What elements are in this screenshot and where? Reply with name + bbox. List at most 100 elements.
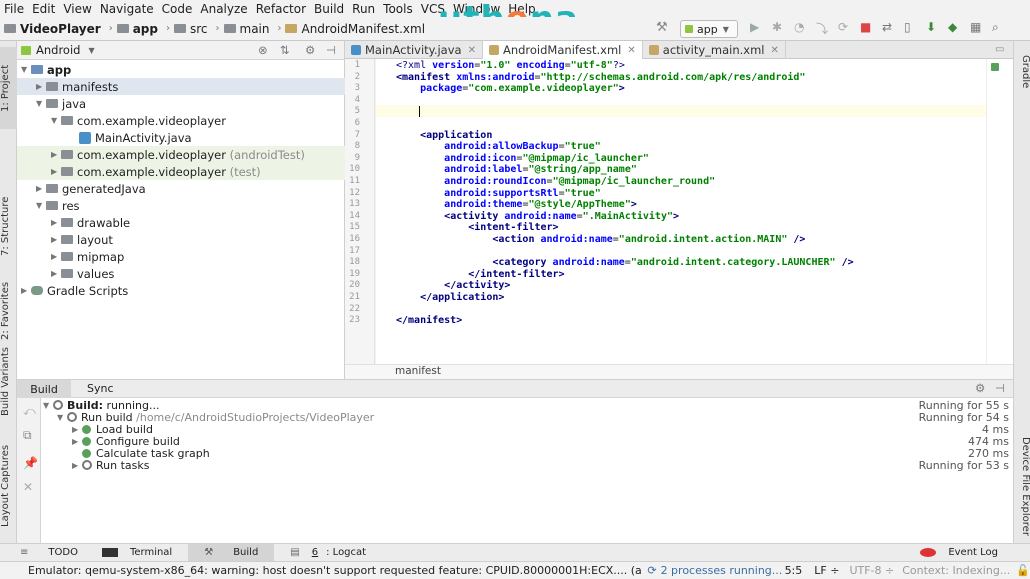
code-line[interactable]: <activity android:name=".MainActivity"> xyxy=(396,211,679,223)
tree-item-layout[interactable]: ▶ layout xyxy=(17,231,345,248)
tree-item-package-androidtest[interactable]: ▶ com.example.videoplayer (androidTest) xyxy=(17,146,345,163)
background-processes[interactable]: 2 processes running... xyxy=(661,564,783,577)
stop-icon[interactable]: ■ xyxy=(860,20,871,34)
tool-window-gradle[interactable]: Gradle xyxy=(1014,47,1030,97)
build-row-run-build[interactable]: ▼ Run build /home/c/AndroidStudioProjects… xyxy=(57,411,374,424)
code-editor[interactable]: <?xml version="1.0" encoding="utf-8"?> <m… xyxy=(376,59,986,364)
gear-icon[interactable]: ⚙ xyxy=(305,43,315,57)
menu-build[interactable]: Build xyxy=(310,2,348,16)
run-icon[interactable]: ▶ xyxy=(750,20,759,34)
build-row-load-build[interactable]: ▶ Load build xyxy=(72,423,153,436)
profile-icon[interactable]: ◔ xyxy=(794,20,804,34)
breadcrumb-main[interactable]: › main xyxy=(212,22,270,36)
collapse-all-icon[interactable]: ⇅ xyxy=(280,43,290,57)
code-line[interactable]: android:theme="@style/AppTheme"> xyxy=(396,199,637,211)
menu-run[interactable]: Run xyxy=(348,2,379,16)
code-line[interactable]: </intent-filter> xyxy=(396,269,564,281)
menu-refactor[interactable]: Refactor xyxy=(252,2,310,16)
pin-icon[interactable]: 📌 xyxy=(23,456,38,470)
restart-icon[interactable]: ⤺ xyxy=(23,404,36,419)
build-row-root[interactable]: ▼ Build: running... xyxy=(43,399,159,412)
code-line[interactable]: <manifest xmlns:android="http://schemas.… xyxy=(396,72,805,84)
tool-logcat[interactable]: ▤ 6: Logcat xyxy=(274,547,382,558)
build-row-configure-build[interactable]: ▶ Configure build xyxy=(72,435,180,448)
editor-breadcrumb[interactable]: manifest xyxy=(395,365,441,377)
apply-changes-icon[interactable]: ⟳ xyxy=(838,20,848,34)
tree-item-app[interactable]: ▼ app xyxy=(17,61,345,78)
tool-window-project[interactable]: 1: Project xyxy=(0,47,17,129)
breadcrumb-module[interactable]: › app xyxy=(105,22,158,36)
tab-androidmanifest[interactable]: AndroidManifest.xml ✕ xyxy=(482,41,643,59)
menu-analyze[interactable]: Analyze xyxy=(196,2,251,16)
attach-debugger-icon[interactable]: ⤵ xyxy=(816,20,828,37)
code-line[interactable]: package="com.example.videoplayer"> xyxy=(396,83,625,95)
search-everywhere-icon[interactable]: ⌕ xyxy=(992,20,999,35)
tool-event-log[interactable]: Event Log xyxy=(912,547,1030,558)
android-monitor-icon[interactable]: ◆ xyxy=(948,20,957,34)
avd-manager-icon[interactable]: ▯ xyxy=(904,20,911,34)
code-line[interactable]: <application xyxy=(396,130,492,142)
tree-item-mainactivity[interactable]: MainActivity.java xyxy=(17,129,345,146)
toggle-view-icon[interactable]: ⧉ xyxy=(23,428,32,443)
menu-navigate[interactable]: Navigate xyxy=(96,2,158,16)
code-line[interactable]: android:roundIcon="@mipmap/ic_launcher_r… xyxy=(396,176,715,188)
code-line[interactable]: <?xml version="1.0" encoding="utf-8"?> xyxy=(396,60,625,72)
run-config-select[interactable]: app ▼ xyxy=(680,20,738,38)
gear-icon[interactable]: ⚙ xyxy=(975,381,985,395)
code-line[interactable]: android:allowBackup="true" xyxy=(396,141,601,153)
tree-item-gradle-scripts[interactable]: ▶ Gradle Scripts xyxy=(17,282,345,299)
project-structure-icon[interactable]: ▦ xyxy=(970,20,981,34)
code-line[interactable]: </activity> xyxy=(396,280,510,292)
file-encoding[interactable]: UTF-8 ÷ xyxy=(849,564,894,577)
tool-window-build-variants[interactable]: Build Variants xyxy=(0,346,17,418)
menu-file[interactable]: File xyxy=(0,2,28,16)
sdk-manager-icon[interactable]: ⬇ xyxy=(926,20,936,34)
tool-terminal[interactable]: Terminal xyxy=(94,547,188,558)
build-row-run-tasks[interactable]: ▶ Run tasks xyxy=(72,459,149,472)
code-line[interactable]: android:icon="@mipmap/ic_launcher" xyxy=(396,153,649,165)
close-icon[interactable]: ✕ xyxy=(23,480,33,494)
code-line[interactable]: </application> xyxy=(396,292,504,304)
tree-item-java[interactable]: ▼ java xyxy=(17,95,345,112)
menu-tools[interactable]: Tools xyxy=(379,2,417,16)
code-line[interactable]: android:label="@string/app_name" xyxy=(396,164,637,176)
menu-edit[interactable]: Edit xyxy=(28,2,59,16)
sync-gradle-icon[interactable]: ⇄ xyxy=(882,20,892,34)
close-icon[interactable]: ✕ xyxy=(771,45,779,56)
tree-item-manifests[interactable]: ▶ manifests xyxy=(17,78,345,95)
tool-window-layout-captures[interactable]: Layout Captures xyxy=(0,441,17,531)
hide-icon[interactable]: ⊣ xyxy=(326,43,336,57)
tree-item-values[interactable]: ▶ values xyxy=(17,265,345,282)
locate-icon[interactable]: ⊗ xyxy=(258,43,268,57)
tool-todo[interactable]: ≡ TODO xyxy=(0,547,94,558)
debug-icon[interactable]: ✱ xyxy=(772,20,782,34)
code-line[interactable]: <category android:name="android.intent.c… xyxy=(396,257,853,269)
tool-window-device-file-explorer[interactable]: Device File Explorer xyxy=(1014,431,1030,541)
tree-item-res[interactable]: ▼ res xyxy=(17,197,345,214)
tool-build[interactable]: ⚒ Build xyxy=(188,543,275,562)
breadcrumb-src[interactable]: › src xyxy=(162,22,208,36)
code-line[interactable]: android:supportsRtl="true" xyxy=(396,188,601,200)
menu-view[interactable]: View xyxy=(59,2,95,16)
line-separator[interactable]: LF ÷ xyxy=(814,564,839,577)
close-icon[interactable]: ✕ xyxy=(468,45,476,56)
close-icon[interactable]: ✕ xyxy=(627,45,635,56)
tree-item-drawable[interactable]: ▶ drawable xyxy=(17,214,345,231)
tree-item-mipmap[interactable]: ▶ mipmap xyxy=(17,248,345,265)
menu-code[interactable]: Code xyxy=(158,2,197,16)
tool-window-structure[interactable]: 7: Structure xyxy=(0,181,17,271)
editor-scroll-gutter[interactable] xyxy=(986,59,1013,364)
chevron-down-icon[interactable]: ▼ xyxy=(88,46,94,55)
breadcrumb-project[interactable]: VideoPlayer xyxy=(4,22,101,36)
tab-sync[interactable]: Sync xyxy=(87,382,114,395)
hide-panel-icon[interactable]: ⊣ xyxy=(995,381,1005,395)
breadcrumb-file[interactable]: › AndroidManifest.xml xyxy=(273,22,425,36)
tree-item-package-test[interactable]: ▶ com.example.videoplayer (test) xyxy=(17,163,345,180)
tool-window-favorites[interactable]: 2: Favorites xyxy=(0,266,17,356)
tab-mainactivity[interactable]: MainActivity.java ✕ xyxy=(345,41,483,59)
code-line[interactable]: </manifest> xyxy=(396,315,462,327)
project-view-selector[interactable]: Android xyxy=(36,43,80,57)
tab-build[interactable]: Build xyxy=(17,380,71,398)
tab-activity-main[interactable]: activity_main.xml ✕ xyxy=(643,41,786,59)
split-editor-icon[interactable]: ▭ xyxy=(995,44,1004,55)
